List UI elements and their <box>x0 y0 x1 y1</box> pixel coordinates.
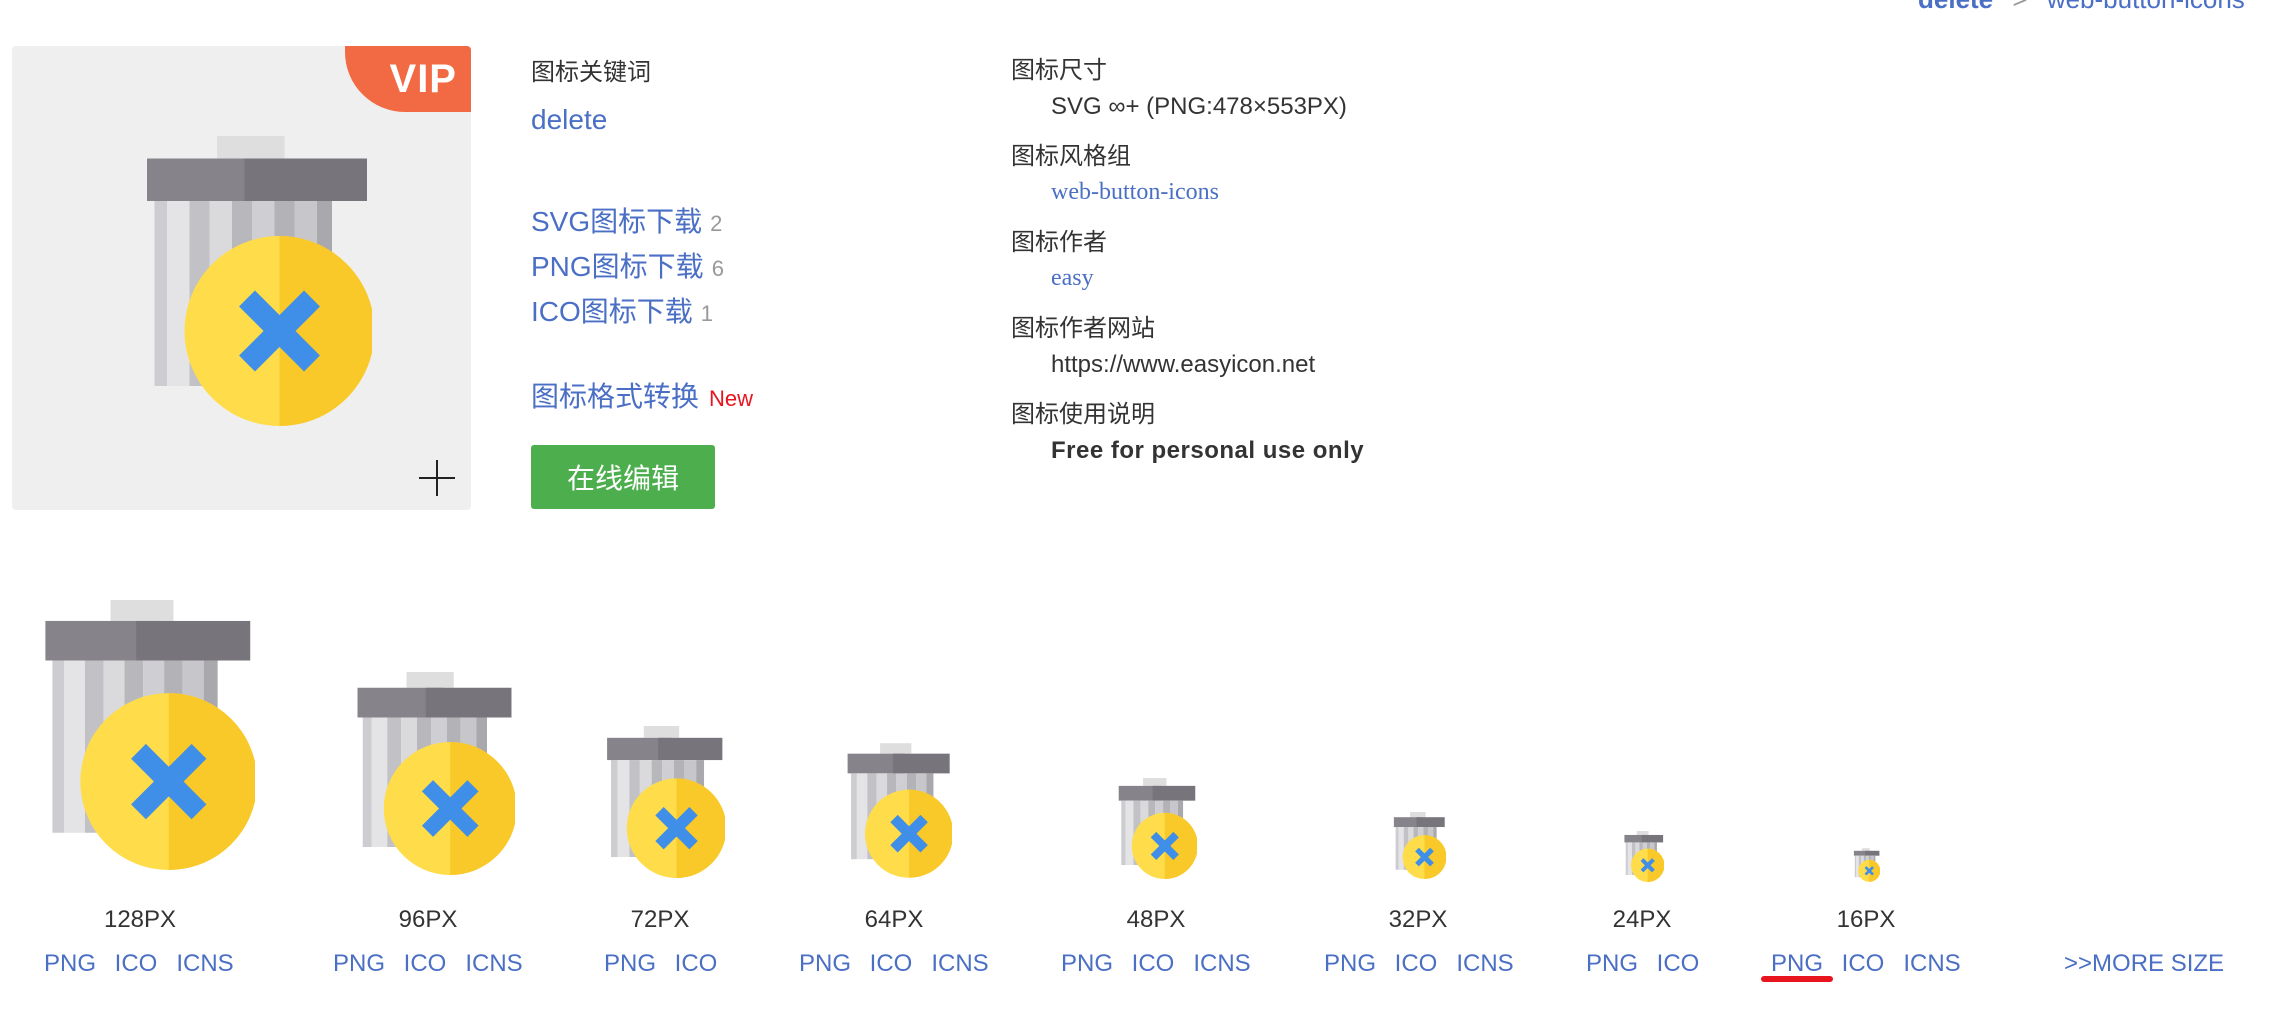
png-24-link[interactable]: PNG <box>1586 950 1638 978</box>
breadcrumb-separator: > <box>2012 0 2027 14</box>
keywords-label: 图标关键词 <box>531 59 651 86</box>
trash-delete-icon-32 <box>1388 812 1446 879</box>
png-64-link[interactable]: PNG <box>799 950 851 978</box>
ico-128-link[interactable]: ICO <box>115 950 158 978</box>
ico-72-link[interactable]: ICO <box>675 950 718 978</box>
online-edit-button[interactable]: 在线编辑 <box>531 445 715 509</box>
size-info-label: 图标尺寸 <box>1011 57 1107 84</box>
trash-delete-icon-24 <box>1622 831 1664 882</box>
plus-icon[interactable] <box>419 460 455 496</box>
ico-64-link[interactable]: ICO <box>870 950 913 978</box>
trash-delete-icon-128 <box>22 600 255 870</box>
usage-value: Free for personal use only <box>1051 437 1365 464</box>
png-72-link[interactable]: PNG <box>604 950 656 978</box>
png-128-link[interactable]: PNG <box>44 950 96 978</box>
icns-64-link[interactable]: ICNS <box>931 950 988 978</box>
breadcrumb-next[interactable]: web-button-icons <box>2047 0 2245 14</box>
style-group-link[interactable]: web-button-icons <box>1051 179 1219 206</box>
icns-128-link[interactable]: ICNS <box>176 950 233 978</box>
trash-delete-icon-48 <box>1110 778 1197 879</box>
png-96-link[interactable]: PNG <box>333 950 385 978</box>
icns-32-link[interactable]: ICNS <box>1456 950 1513 978</box>
size-label-16: 16PX <box>1836 906 1896 933</box>
author-label: 图标作者 <box>1011 229 1107 256</box>
icns-48-link[interactable]: ICNS <box>1193 950 1250 978</box>
trash-delete-icon-64 <box>836 743 952 878</box>
active-format-underline <box>1761 976 1833 982</box>
size-label-48: 48PX <box>1126 906 1186 933</box>
new-badge: New <box>709 386 754 411</box>
size-label-96: 96PX <box>398 906 458 933</box>
ico-24-link[interactable]: ICO <box>1657 950 1700 978</box>
svg-download[interactable]: SVG图标下载 2 <box>531 200 722 240</box>
author-site-value: https://www.easyicon.net <box>1051 351 1316 378</box>
size-info-value: SVG ∞+ (PNG:478×553PX) <box>1051 93 1347 120</box>
breadcrumb-current[interactable]: delete <box>1918 0 1993 14</box>
style-group-label: 图标风格组 <box>1011 143 1131 170</box>
breadcrumb: delete > web-button-icons <box>1918 0 2245 15</box>
trash-delete-icon-72 <box>594 726 725 878</box>
keyword-link[interactable]: delete <box>531 104 607 136</box>
usage-label: 图标使用说明 <box>1011 401 1155 428</box>
ico-16-link[interactable]: ICO <box>1842 950 1885 978</box>
size-label-72: 72PX <box>630 906 690 933</box>
size-label-128: 128PX <box>103 906 177 933</box>
svg-download-count: 2 <box>710 211 723 236</box>
trash-delete-icon <box>147 136 372 426</box>
ico-48-link[interactable]: ICO <box>1132 950 1175 978</box>
vip-badge: VIP <box>345 46 471 112</box>
png-16-link[interactable]: PNG <box>1771 950 1823 978</box>
format-convert-link[interactable]: 图标格式转换 <box>531 381 699 412</box>
size-label-64: 64PX <box>864 906 924 933</box>
png-48-link[interactable]: PNG <box>1061 950 1113 978</box>
ico-download[interactable]: ICO图标下载 1 <box>531 290 713 330</box>
ico-download-label[interactable]: ICO图标下载 <box>531 296 693 327</box>
trash-delete-icon-96 <box>340 672 515 875</box>
size-label-32: 32PX <box>1388 906 1448 933</box>
ico-download-count: 1 <box>700 301 714 326</box>
png-download-label[interactable]: PNG图标下载 <box>531 251 704 282</box>
icns-96-link[interactable]: ICNS <box>465 950 522 978</box>
ico-96-link[interactable]: ICO <box>404 950 447 978</box>
png-32-link[interactable]: PNG <box>1324 950 1376 978</box>
icns-16-link[interactable]: ICNS <box>1903 950 1960 978</box>
trash-delete-icon-16 <box>1852 848 1880 882</box>
author-site-label: 图标作者网站 <box>1011 315 1155 342</box>
author-link[interactable]: easy <box>1051 265 1094 292</box>
svg-download-label[interactable]: SVG图标下载 <box>531 206 702 237</box>
size-label-24: 24PX <box>1612 906 1672 933</box>
icon-preview: VIP <box>12 46 471 510</box>
more-size-link[interactable]: >>MORE SIZE <box>2064 950 2224 978</box>
format-convert[interactable]: 图标格式转换 New <box>531 375 753 415</box>
png-download-count: 6 <box>711 256 724 281</box>
png-download[interactable]: PNG图标下载 6 <box>531 245 724 285</box>
ico-32-link[interactable]: ICO <box>1395 950 1438 978</box>
